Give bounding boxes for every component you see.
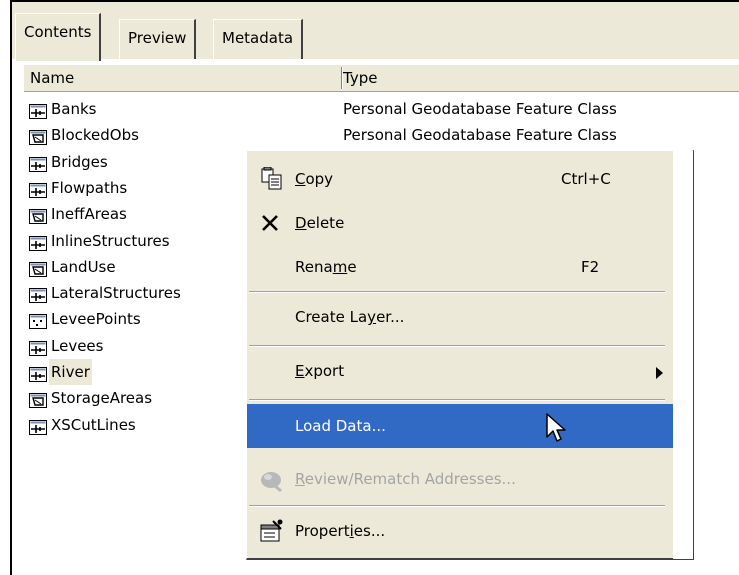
line-feature-icon (29, 417, 47, 435)
delete-x-icon (259, 210, 285, 236)
menu-label-copy: Copy (295, 170, 334, 188)
column-header-name[interactable]: Name (30, 67, 74, 89)
menu-item-create-layer[interactable]: Create Layer... (247, 295, 673, 339)
tab-metadata[interactable]: Metadata (213, 19, 304, 59)
copy-icon (259, 166, 285, 192)
item-type: Personal Geodatabase Feature Class (343, 100, 617, 118)
item-name: BlockedObs (51, 126, 139, 145)
menu-separator (249, 399, 665, 401)
menu-label-delete: Delete (295, 214, 345, 232)
tab-strip: Contents Preview Metadata (12, 2, 739, 61)
item-name: LeveePoints (51, 310, 141, 329)
item-name: Flowpaths (51, 178, 128, 197)
line-feature-icon (29, 101, 47, 119)
line-feature-icon (29, 180, 47, 198)
item-name: Banks (51, 100, 97, 118)
menu-item-export[interactable]: Export (247, 349, 673, 393)
tab-contents[interactable]: Contents (15, 13, 102, 61)
context-menu: Copy Ctrl+C Delete Rename F2 Create Laye… (246, 150, 694, 560)
line-feature-icon (29, 233, 47, 251)
submenu-arrow-icon (656, 367, 663, 379)
menu-label-create-layer: Create Layer... (295, 308, 405, 326)
menu-item-review-rematch[interactable]: Review/Rematch Addresses... (247, 457, 673, 501)
item-name: StorageAreas (51, 389, 153, 408)
line-feature-icon (29, 154, 47, 172)
list-item[interactable]: BlockedObs Personal Geodatabase Feature C… (24, 122, 739, 148)
shortcut-copy: Ctrl+C (561, 170, 611, 188)
menu-item-properties[interactable]: Properties... (247, 509, 673, 553)
mouse-cursor-icon (546, 413, 568, 451)
item-name: LateralStructures (51, 284, 181, 303)
line-feature-icon (29, 285, 47, 304)
menu-label-properties: Properties... (295, 522, 386, 540)
item-name: InlineStructures (51, 231, 170, 250)
menu-label-rename: Rename (295, 258, 357, 276)
menu-separator (249, 345, 665, 347)
list-header: Name Type (24, 65, 739, 92)
menu-label-review-rematch: Review/Rematch Addresses... (295, 470, 516, 488)
polygon-feature-icon (29, 127, 47, 146)
tab-baseline (12, 59, 739, 60)
menu-item-delete[interactable]: Delete (247, 201, 673, 245)
point-feature-icon (29, 311, 47, 330)
item-name: XSCutLines (51, 415, 136, 434)
line-feature-icon (29, 364, 47, 382)
menu-separator (249, 291, 665, 293)
polygon-feature-icon (29, 390, 47, 409)
context-menu-gap (673, 151, 693, 559)
list-item[interactable]: Banks Personal Geodatabase Feature Class (24, 96, 739, 122)
item-name: Levees (51, 336, 104, 355)
properties-icon (259, 518, 285, 544)
polygon-feature-icon (29, 206, 47, 225)
item-type: Personal Geodatabase Feature Class (343, 126, 617, 145)
geocode-review-icon (259, 466, 285, 493)
item-name: Bridges (51, 152, 108, 171)
polygon-feature-icon (29, 259, 47, 277)
item-name: River (49, 359, 92, 385)
menu-separator (249, 505, 665, 507)
menu-label-load-data: Load Data... (295, 417, 386, 435)
tab-preview[interactable]: Preview (119, 19, 197, 59)
item-name: LandUse (51, 257, 116, 276)
menu-item-rename[interactable]: Rename F2 (247, 245, 673, 289)
column-header-type[interactable]: Type (343, 67, 377, 89)
menu-item-copy[interactable]: Copy Ctrl+C (247, 157, 673, 201)
item-name: IneffAreas (51, 205, 127, 224)
menu-label-export: Export (295, 362, 345, 380)
menu-item-load-data[interactable]: Load Data... (247, 404, 673, 448)
line-feature-icon (29, 338, 47, 356)
shortcut-rename: F2 (581, 258, 600, 276)
